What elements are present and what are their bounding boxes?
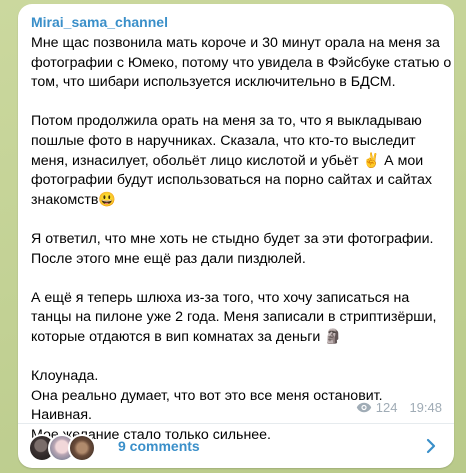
message-paragraph: Потом продолжила орать на меня за то, чт… [31,112,445,210]
view-count: 124 [375,400,398,415]
message-line: фотографии будут использоваться на порно… [31,172,432,189]
message-line: А ещё я теперь шлюха из-за того, что хоч… [31,289,410,306]
eye-icon [356,402,371,413]
message-line: Я ответил, что мне хоть не стыдно будет … [31,230,434,247]
message-text: Мне щас позвонила мать короче и 30 минут… [31,34,452,445]
avatar [68,434,96,462]
channel-name[interactable]: Mirai_sama_channel [31,14,168,30]
message-line: том, что шибари используется исключитель… [31,74,396,91]
message-line: знакомств😃 [31,191,117,208]
message-line: После этого мне ещё раз дали пиздюлей. [31,250,306,267]
comments-label[interactable]: 9 comments [118,438,200,454]
channel-post-bubble: Mirai_sama_channel Мне щас позвонила мат… [18,4,454,468]
message-line: танцы на пилоне уже 2 года. Меня записал… [31,309,437,326]
message-line: фотографии с Юмеко, потому что увидела в… [31,54,452,71]
chevron-right-icon[interactable] [426,438,436,454]
message-line: меня, изнасилует, обольёт лицо кислотой … [31,152,424,169]
message-paragraph: А ещё я теперь шлюха из-за того, что хоч… [31,289,445,348]
message-meta: 124 19:48 [356,400,442,415]
message-time: 19:48 [409,400,442,415]
message-line: которые отдаются в вип комнатах за деньг… [31,328,342,345]
message-paragraph: Мне щас позвонила мать короче и 30 минут… [31,34,452,93]
message-paragraph: Я ответил, что мне хоть не стыдно будет … [31,230,445,269]
comments-button[interactable]: 9 comments [18,424,454,468]
message-line: Мне щас позвонила мать короче и 30 минут… [31,35,440,51]
message-line: пошлые фото в наручниках. Сказала, что к… [31,132,416,149]
message-line: Клоунада. [31,368,99,385]
commenter-avatars [28,434,98,462]
message-line: Потом продолжила орать на меня за то, чт… [31,113,422,130]
